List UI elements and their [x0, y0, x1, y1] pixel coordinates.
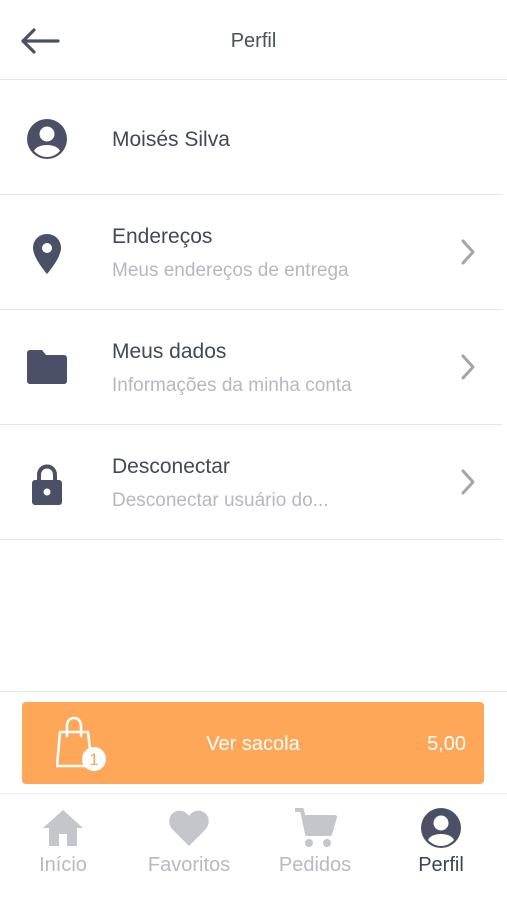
tab-favorites[interactable]: Favoritos	[126, 800, 252, 890]
home-icon	[43, 810, 83, 846]
header: Perfil	[0, 0, 507, 80]
menu-item-title: Endereços	[112, 225, 213, 248]
user-name: Moisés Silva	[112, 128, 230, 151]
chevron-right-icon	[461, 239, 475, 265]
user-icon	[421, 808, 461, 848]
menu-item-subtitle: Informações da minha conta	[112, 375, 352, 396]
tab-label: Início	[39, 854, 87, 876]
menu-item-title: Desconectar	[112, 455, 230, 478]
tab-profile[interactable]: Perfil	[378, 800, 504, 890]
map-pin-icon	[24, 233, 70, 275]
heart-icon	[169, 810, 209, 846]
tab-label: Perfil	[418, 854, 464, 876]
user-row[interactable]: Moisés Silva	[0, 80, 502, 195]
menu-item-addresses[interactable]: Endereços Meus endereços de entrega	[0, 195, 502, 310]
tab-home[interactable]: Início	[0, 800, 126, 890]
tab-label: Pedidos	[278, 854, 352, 876]
menu-item-title: Meus dados	[112, 340, 227, 363]
view-bag-label: Ver sacola	[206, 733, 300, 755]
tab-label: Favoritos	[147, 854, 231, 876]
folder-icon	[24, 348, 70, 386]
tab-orders[interactable]: Pedidos	[252, 800, 378, 890]
bag-bar: 1 Ver sacola 5,00	[0, 691, 507, 793]
lock-icon	[24, 463, 70, 507]
user-avatar-icon	[24, 118, 70, 160]
view-bag-button[interactable]: 1 Ver sacola 5,00	[22, 702, 484, 784]
cart-icon	[295, 808, 337, 847]
bag-total: 5,00	[427, 733, 466, 755]
menu-item-subtitle: Desconectar usuário do...	[112, 490, 329, 511]
bottom-tab-bar: Início Favoritos Pedidos Perfil	[0, 793, 507, 900]
menu-item-subtitle: Meus endereços de entrega	[112, 260, 349, 281]
chevron-right-icon	[461, 354, 475, 380]
page-title: Perfil	[230, 30, 277, 52]
menu-item-my-data[interactable]: Meus dados Informações da minha conta	[0, 310, 502, 425]
chevron-right-icon	[461, 469, 475, 495]
menu-item-logout[interactable]: Desconectar Desconectar usuário do...	[0, 425, 502, 540]
